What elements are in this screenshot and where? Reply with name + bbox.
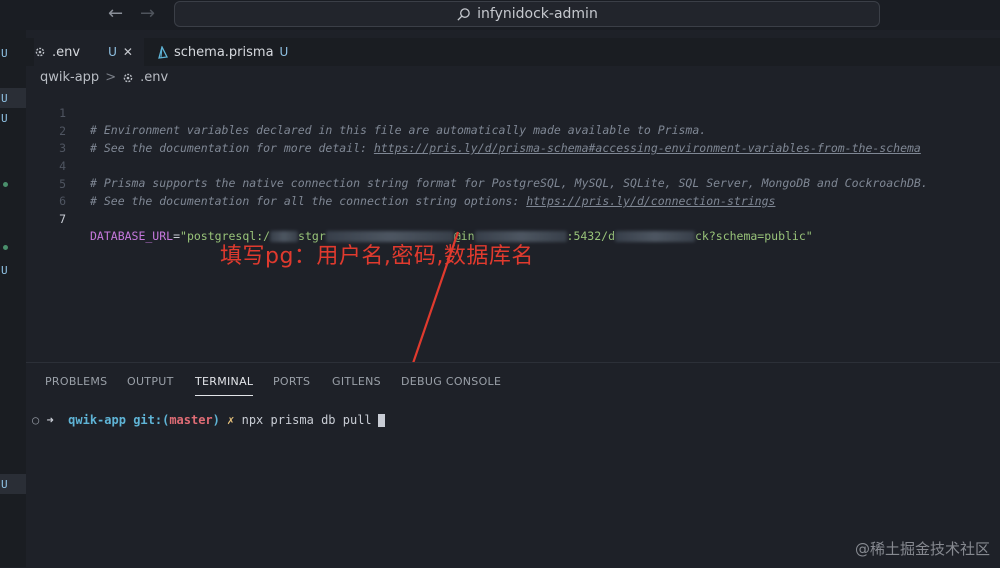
modified-dot-icon — [3, 245, 8, 250]
tab-gitlens[interactable]: GITLENS — [332, 375, 381, 388]
tab-env[interactable]: .env U ✕ — [34, 38, 144, 66]
url-part: :5432/d — [566, 229, 615, 243]
annotation-text: 填写pg：用户名,密码,数据库名 — [220, 244, 534, 269]
equals-sign: = — [173, 229, 181, 243]
tab-terminal[interactable]: TERMINAL — [195, 375, 254, 396]
code-line: 2 # See the documentation for more detai… — [26, 106, 1000, 155]
prisma-icon — [158, 45, 168, 59]
tab-status: U — [108, 45, 117, 59]
prompt-dir: qwik-app — [68, 413, 126, 427]
title-bar: ← → infynidock-admin — [0, 0, 1000, 30]
arrow-left-icon[interactable]: ← — [108, 3, 123, 24]
tab-schema-prisma[interactable]: schema.prisma U — [156, 38, 316, 66]
terminal-command: npx prisma db pull — [241, 413, 372, 427]
arrow-right-icon[interactable]: → — [140, 3, 155, 24]
tab-debug-console[interactable]: DEBUG CONSOLE — [401, 375, 501, 388]
code-editor[interactable]: 1 # Environment variables declared in th… — [26, 88, 1000, 358]
tab-problems[interactable]: PROBLEMS — [45, 375, 107, 388]
explorer-item-status: U — [1, 478, 8, 491]
tab-status: U — [279, 45, 289, 59]
breadcrumb-file[interactable]: .env — [140, 70, 168, 85]
modified-dot-icon — [3, 182, 8, 187]
redacted-blur — [615, 231, 695, 242]
prompt-git: git:( — [133, 413, 170, 427]
gear-icon — [35, 47, 45, 57]
code-line: 6 — [26, 176, 1000, 208]
code-line: 5 # See the documentation for all the co… — [26, 159, 1000, 208]
explorer-item-status: U — [1, 47, 8, 60]
env-key: DATABASE_URL — [90, 229, 174, 243]
watermark: @稀土掘金技术社区 — [854, 540, 990, 558]
terminal-line[interactable]: ○ ➜ qwik-app git:(master) ✗ npx prisma d… — [32, 413, 385, 427]
bottom-panel: PROBLEMS OUTPUT TERMINAL PORTS GITLENS D… — [26, 362, 1000, 568]
tab-ports[interactable]: PORTS — [273, 375, 310, 388]
breadcrumb-folder[interactable]: qwik-app — [40, 70, 99, 85]
search-icon — [457, 7, 470, 21]
prompt-arrow: ➜ — [46, 413, 54, 427]
tab-label: schema.prisma — [174, 44, 274, 60]
explorer-status-strip: U U U U U — [0, 30, 26, 567]
prompt-circle: ○ — [32, 413, 40, 427]
explorer-item-status: U — [1, 92, 8, 105]
editor-tabs: .env U ✕ schema.prisma U — [26, 38, 1000, 66]
code-line: 1 # Environment variables declared in th… — [26, 88, 1000, 137]
breadcrumb-separator: > — [105, 70, 117, 85]
command-center-search[interactable]: infynidock-admin — [174, 1, 880, 27]
tab-label: .env — [52, 44, 81, 60]
prompt-dirty-mark: ✗ — [227, 413, 235, 427]
prompt-git-close: ) — [212, 413, 220, 427]
code-line: 4 # Prisma supports the native connectio… — [26, 141, 1000, 190]
explorer-item-status: U — [1, 264, 8, 277]
url-part: ck?schema=public" — [695, 229, 813, 243]
line-number: 7 — [59, 212, 66, 226]
explorer-item-status: U — [1, 112, 8, 125]
close-icon[interactable]: ✕ — [123, 45, 133, 59]
terminal-cursor — [377, 414, 385, 427]
search-text: infynidock-admin — [477, 6, 598, 22]
breadcrumb: qwik-app > .env — [40, 70, 168, 85]
prompt-branch: master — [169, 413, 213, 427]
code-line: 7 DATABASE_URL="postgresql:/stgr @in:5432… — [26, 194, 1000, 243]
gear-icon — [123, 73, 133, 82]
tab-output[interactable]: OUTPUT — [127, 375, 174, 388]
code-line: 3 — [26, 123, 1000, 155]
